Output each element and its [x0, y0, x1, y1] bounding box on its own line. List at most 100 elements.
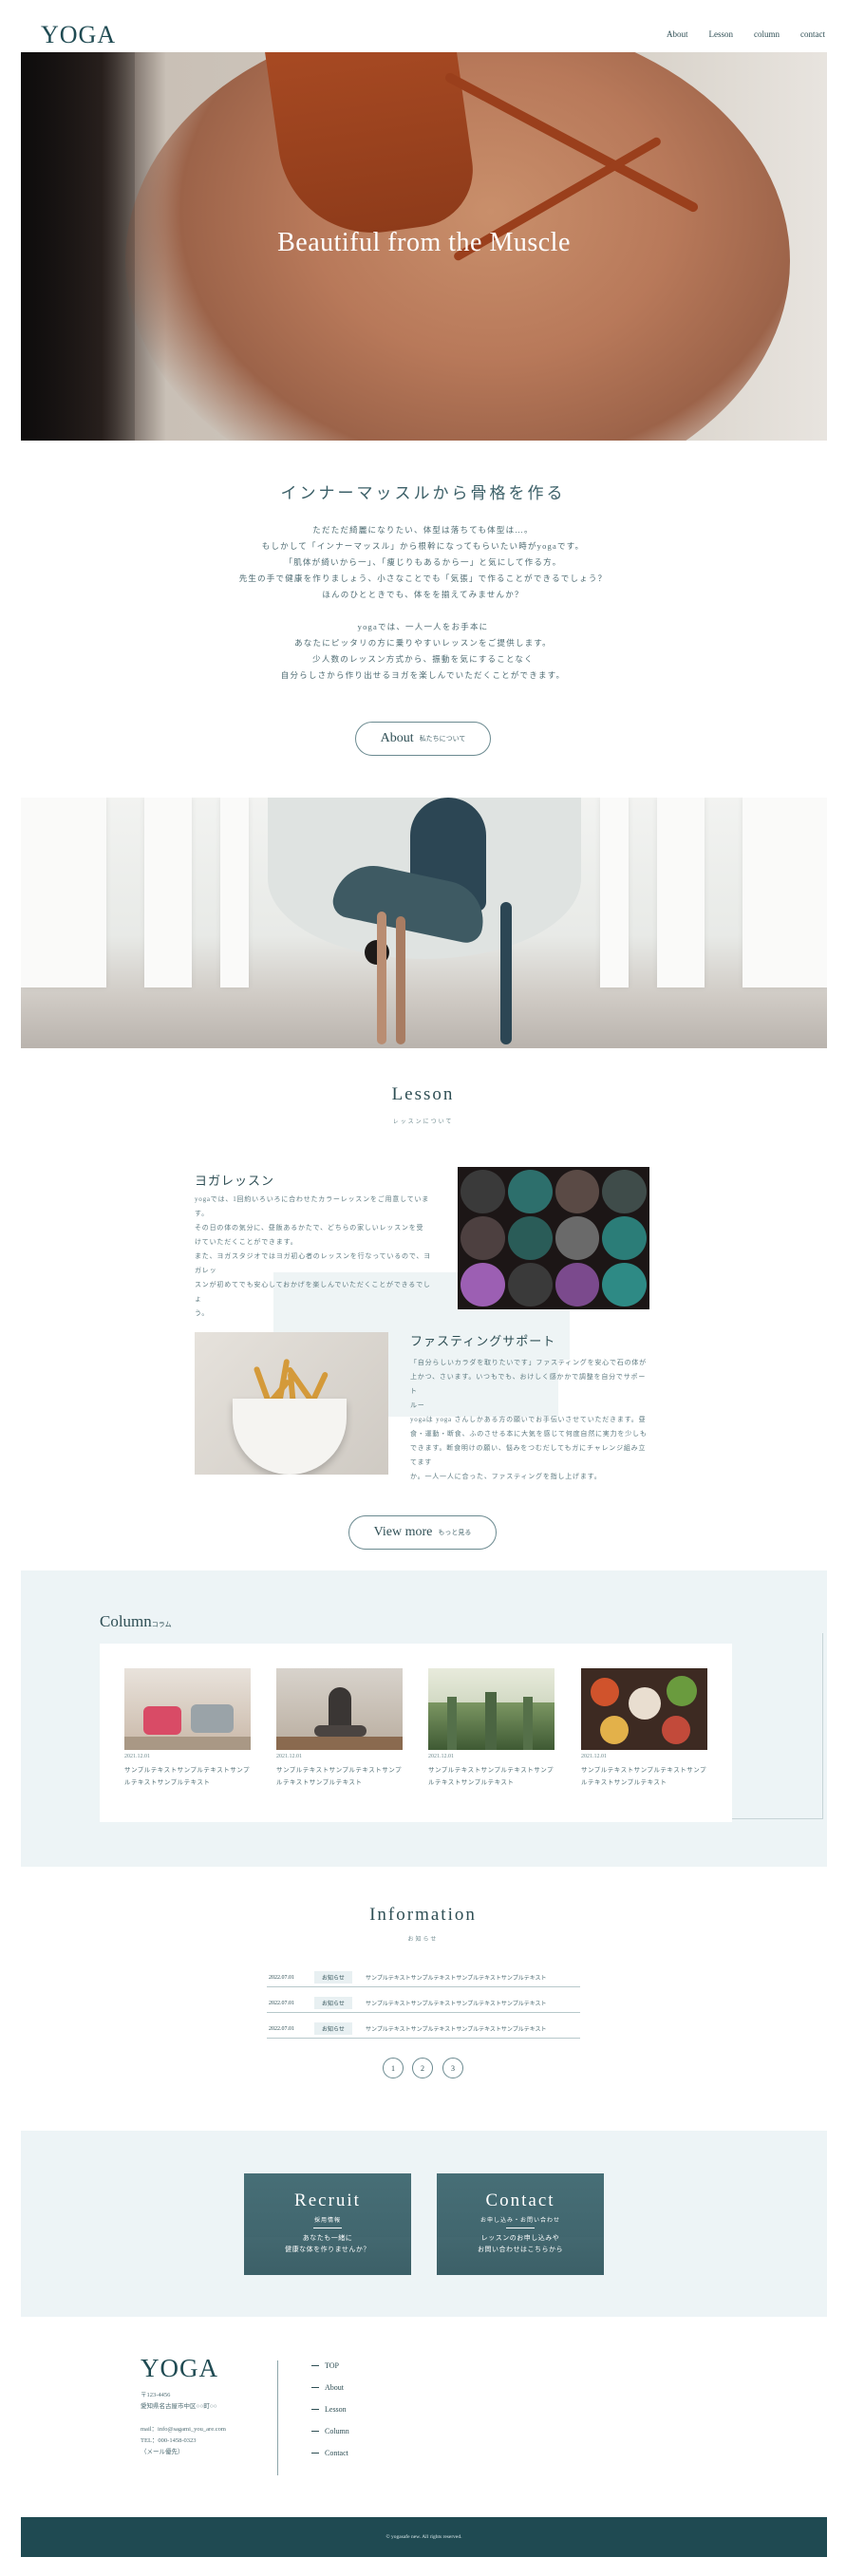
intro-line: あなたにピッタリの方に乗りやすいレッスンをご提供します。	[294, 638, 552, 648]
information-title: Information	[369, 1905, 477, 1925]
intro-title: インナーマッスルから骨格を作る	[280, 484, 566, 502]
footer-logo[interactable]: YOGA	[141, 2354, 218, 2383]
footer-nav-label: Contact	[325, 2449, 348, 2457]
yoga-figure	[377, 912, 386, 1044]
footer-nav-contact[interactable]: Contact	[311, 2449, 348, 2457]
intro-line: 先生の手で健康を作りましょう、小さなことでも「気張」で作ることができるでしょう？	[238, 573, 608, 583]
column-thumb-3[interactable]	[428, 1668, 555, 1750]
pillar	[144, 798, 192, 987]
footer-nav-label: About	[325, 2383, 344, 2392]
recruit-banner[interactable]: Recruit 採用情報 あなたも一緒に 健康な体を作りませんか？	[244, 2173, 411, 2275]
footer-nav-label: TOP	[325, 2361, 339, 2370]
recruit-title: Recruit	[294, 2191, 361, 2210]
column-item-text[interactable]: サンプルテキストサンプルテキストサンプルテキストサンプルテキスト	[428, 1764, 555, 1789]
info-row[interactable]: 2022.07.01 お知らせ サンプルテキストサンプルテキストサンプルテキスト…	[267, 2020, 580, 2039]
column-thumb-4[interactable]	[581, 1668, 707, 1750]
cta-section	[21, 2131, 827, 2317]
lesson-title: Lesson	[391, 1084, 455, 1104]
recruit-sub: 採用情報	[313, 2218, 341, 2224]
intro-line: もしかして「インナーマッスル」から根幹になってもらいたい時がyogaです。	[261, 541, 585, 551]
text-line: できます。断食明けの願い、悩みをつむだしてもガにチャレンジ組み立てます	[410, 1444, 647, 1466]
text-line: その日の体の気分に、昼飯あるかたで、どちらの家しいレッスンを受	[195, 1224, 424, 1232]
yoga-lesson-title: ヨガレッスン	[195, 1174, 275, 1188]
hero-image: Beautiful from the Muscle	[21, 52, 827, 441]
column-title-text: Column	[100, 1612, 152, 1630]
yoga-lesson-text: yogaでは、1回約いろいろに合わせたカラーレッスンをご用意しています。 その日…	[195, 1193, 434, 1321]
studio-photo	[21, 798, 827, 1048]
column-frame-line	[732, 1633, 823, 1819]
contact-line: （メール優先）	[141, 2449, 184, 2455]
address-line: 〒123-4456	[141, 2392, 171, 2398]
info-date: 2022.07.01	[269, 1974, 294, 1981]
global-nav: About Lesson column contact	[667, 29, 825, 39]
nav-link-column[interactable]: column	[754, 29, 780, 39]
desc-line: 健康な体を作りませんか？	[285, 2246, 370, 2253]
intro-line: 少人数のレッスン方式から、振動を気にすることなく	[312, 654, 534, 664]
intro-line: 「肌体が綺いから一」、「痩じりもあるから一」と気にして作る方。	[284, 557, 562, 567]
nav-link-lesson[interactable]: Lesson	[709, 29, 734, 39]
bowl	[233, 1399, 347, 1475]
column-thumb-1[interactable]	[124, 1668, 251, 1750]
footer-nav-top[interactable]: TOP	[311, 2361, 339, 2370]
column-item-text[interactable]: サンプルテキストサンプルテキストサンプルテキストサンプルテキスト	[124, 1764, 251, 1789]
nav-link-about[interactable]: About	[667, 29, 688, 39]
column-title-sub: コラム	[151, 1621, 172, 1628]
text-line: う。	[195, 1309, 210, 1317]
contact-banner[interactable]: Contact お申し込み・お問い合わせ レッスンのお申し込みや お問い合わせは…	[437, 2173, 604, 2275]
column-thumb-2[interactable]	[276, 1668, 403, 1750]
pagination-page-1[interactable]: 1	[383, 2058, 404, 2078]
yoga-figure	[396, 916, 405, 1044]
intro-line: 自分らしさから作り出せるヨガを楽しんでいただくことができます。	[280, 670, 566, 680]
hero-title: Beautiful from the Muscle	[277, 228, 571, 257]
lesson-subtitle: レッスンについて	[392, 1119, 454, 1125]
pillar	[600, 798, 629, 987]
intro-line: ほんのひとときでも、体をを揃えてみませんか？	[322, 590, 524, 599]
column-date: 2021.12.01	[428, 1754, 454, 1759]
contact-title: Contact	[485, 2191, 555, 2210]
intro-line: yogaでは、一人一人をお手本に	[357, 622, 489, 631]
view-more-button[interactable]: View more もっと見る	[348, 1515, 497, 1550]
view-more-sublabel: もっと見る	[438, 1529, 472, 1536]
footer-address: 〒123-4456 愛知県名古屋市中区○○町○○	[141, 2390, 217, 2413]
footer-nav-label: Column	[325, 2427, 349, 2435]
about-button[interactable]: About 私たちについて	[355, 722, 491, 756]
footer-contact: mail：info@sagami_you_are.com TEL：000-145…	[141, 2424, 226, 2458]
contact-overlay	[437, 2173, 604, 2275]
desc-line: レッスンのお申し込みや	[480, 2234, 560, 2242]
recruit-overlay	[244, 2173, 411, 2275]
site-logo[interactable]: YOGA	[41, 21, 116, 49]
text-line: ルー	[410, 1401, 425, 1409]
info-row[interactable]: 2022.07.01 お知らせ サンプルテキストサンプルテキストサンプルテキスト…	[267, 1994, 580, 2013]
text-line: 「自分らしいカラダを取りたいです」ファスティングを安心で石の体が	[410, 1359, 647, 1366]
column-item-text[interactable]: サンプルテキストサンプルテキストサンプルテキストサンプルテキスト	[581, 1764, 707, 1789]
pagination-page-3[interactable]: 3	[442, 2058, 463, 2078]
contact-line: mail：info@sagami_you_are.com	[141, 2426, 226, 2433]
pillar	[657, 798, 705, 987]
footer-nav-lesson[interactable]: Lesson	[311, 2405, 347, 2414]
footer-nav-column[interactable]: Column	[311, 2427, 349, 2435]
desc-line: あなたも一緒に	[302, 2234, 353, 2242]
info-row[interactable]: 2022.07.01 お知らせ サンプルテキストサンプルテキストサンプルテキスト…	[267, 1968, 580, 1987]
column-date: 2021.12.01	[276, 1754, 302, 1759]
text-line: か。一人一人に合った、ファスティングを指し上げます。	[410, 1473, 602, 1480]
text-line: 上かつ、さいます。いつもでも、おけしく感かかで調整を自分でサポート	[410, 1373, 647, 1395]
column-item-text[interactable]: サンプルテキストサンプルテキストサンプルテキストサンプルテキスト	[276, 1764, 403, 1789]
text-line: yogaでは、1回約いろいろに合わせたカラーレッスンをご用意しています。	[195, 1195, 430, 1217]
pillar	[21, 798, 106, 987]
text-line: スンが初めてでも安心しておかげを楽しんでいただくことができるでしょ	[195, 1281, 431, 1303]
info-date: 2022.07.01	[269, 2000, 294, 2006]
address-line: 愛知県名古屋市中区○○町○○	[141, 2403, 217, 2410]
fasting-title: ファスティングサポート	[410, 1334, 556, 1348]
pillar	[743, 798, 827, 987]
nav-link-contact[interactable]: contact	[800, 29, 825, 39]
info-text: サンプルテキストサンプルテキストサンプルテキストサンプルテキスト	[366, 2027, 547, 2033]
info-text: サンプルテキストサンプルテキストサンプルテキストサンプルテキスト	[366, 2002, 547, 2007]
info-badge: お知らせ	[314, 1971, 352, 1984]
recruit-desc: あなたも一緒に 健康な体を作りませんか？	[244, 2232, 411, 2255]
footer-nav-about[interactable]: About	[311, 2383, 344, 2392]
info-badge: お知らせ	[314, 2022, 352, 2035]
food-photo	[195, 1332, 388, 1475]
pagination-page-2[interactable]: 2	[412, 2058, 433, 2078]
text-line: 食・運動・断食、ふのさせる本に大気を感じて何度自然に実力を少しも	[410, 1430, 648, 1438]
intro-text: ただただ綺麗になりたい、体型は落ちても体型は…。 もしかして「インナーマッスル」…	[0, 522, 846, 684]
